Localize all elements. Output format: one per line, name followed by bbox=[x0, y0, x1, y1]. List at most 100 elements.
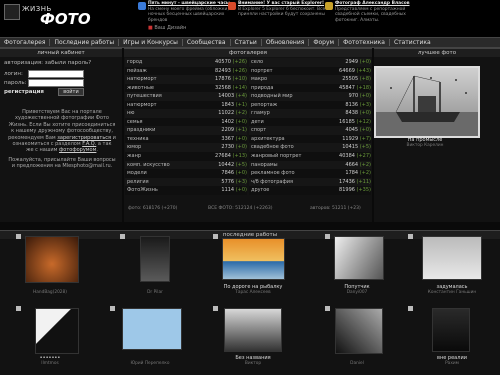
category-label[interactable]: панорамы bbox=[249, 161, 345, 170]
recent-photo[interactable] bbox=[335, 308, 383, 354]
recent-photo[interactable] bbox=[122, 308, 182, 350]
gallery-category-row[interactable]: дети 16185 (+12) bbox=[249, 117, 371, 127]
recent-photo[interactable] bbox=[334, 236, 384, 280]
gallery-category-row[interactable]: жанровый портрет 40384 (+27) bbox=[249, 152, 371, 161]
gallery-category-row[interactable]: пейзаж 82493 (+26) bbox=[125, 66, 247, 76]
gallery-category-row[interactable]: животные 32568 (+14) bbox=[125, 83, 247, 93]
news-title[interactable]: Внимание! У вас старый Explorer! bbox=[238, 1, 326, 7]
gallery-category-row[interactable]: рекламное фото 1784 (+2) bbox=[249, 169, 371, 178]
menu-communities[interactable]: Сообщества bbox=[183, 39, 231, 46]
gallery-category-row[interactable]: натюрморт 17876 (+10) bbox=[125, 75, 247, 84]
recent-photo[interactable] bbox=[140, 236, 170, 282]
category-label[interactable]: ню bbox=[125, 109, 218, 118]
recent-photo-author[interactable]: Тарас Алексеев bbox=[208, 290, 298, 295]
gallery-category-row[interactable]: природа 45847 (+18) bbox=[249, 83, 371, 93]
category-label[interactable]: юмор bbox=[125, 143, 221, 152]
auth-text[interactable]: авторизация: забыли пароль? bbox=[4, 60, 91, 66]
menu-gallery[interactable]: Фотогалерея bbox=[0, 39, 51, 46]
category-label[interactable]: модели bbox=[125, 169, 221, 178]
recent-photo[interactable] bbox=[25, 236, 79, 283]
category-label[interactable]: путешествия bbox=[125, 92, 218, 101]
category-label[interactable]: натюрморт bbox=[125, 75, 215, 84]
recent-photo-author[interactable]: Dr Pilar bbox=[110, 290, 200, 295]
gallery-category-row[interactable]: портрет 64669 (+43) bbox=[249, 66, 371, 76]
category-label[interactable]: село bbox=[249, 58, 345, 67]
gallery-category-row[interactable]: другое 81996 (+35) bbox=[249, 186, 371, 195]
gallery-category-row[interactable]: свадебное фото 10415 (+5) bbox=[249, 143, 371, 153]
category-label[interactable]: архитектура bbox=[249, 135, 342, 144]
gallery-category-row[interactable]: жанр 27684 (+13) bbox=[125, 152, 247, 161]
category-label[interactable]: гламур bbox=[249, 109, 345, 118]
category-label[interactable]: праздники bbox=[125, 126, 221, 135]
category-label[interactable]: макро bbox=[249, 75, 342, 84]
gallery-category-row[interactable]: ФотоЖизнь 1114 (+0) bbox=[125, 186, 247, 195]
gallery-category-row[interactable]: ч/б фотография 17436 (+11) bbox=[249, 177, 371, 187]
gallery-category-row[interactable]: религия 5776 (+3) bbox=[125, 177, 247, 187]
category-label[interactable]: ч/б фотография bbox=[249, 178, 339, 187]
recent-photo-author[interactable]: Ilmtmos bbox=[5, 361, 95, 366]
category-label[interactable]: комп. искусство bbox=[125, 161, 218, 170]
gallery-category-row[interactable]: ню 11022 (+2) bbox=[125, 109, 247, 118]
gallery-category-row[interactable]: техника 3367 (+0) bbox=[125, 134, 247, 144]
recent-photo-author[interactable]: HandBag(2028) bbox=[5, 290, 95, 295]
news-item[interactable]: Пять минут - швейцарские часы На смену м… bbox=[148, 1, 236, 23]
logo-icon[interactable] bbox=[4, 4, 20, 20]
design-link[interactable]: ■ Ваш Дизайн bbox=[148, 25, 186, 32]
recent-photo-author[interactable]: Юрий Перепелко bbox=[105, 361, 195, 366]
menu-recent[interactable]: Последние работы bbox=[50, 39, 120, 46]
recent-photo[interactable] bbox=[422, 236, 482, 280]
gallery-category-row[interactable]: подводный мир 970 (+0) bbox=[249, 92, 371, 101]
category-label[interactable]: город bbox=[125, 58, 215, 67]
gallery-category-row[interactable]: село 2949 (+0) bbox=[249, 58, 371, 67]
gallery-category-row[interactable]: путешествия 14003 (+4) bbox=[125, 92, 247, 101]
menu-phototech[interactable]: Фототехника bbox=[339, 39, 390, 46]
recent-photo-author[interactable]: Рахим bbox=[406, 361, 498, 366]
logo-text[interactable]: ФОТО bbox=[40, 10, 91, 28]
category-label[interactable]: рекламное фото bbox=[249, 169, 345, 178]
menu-stats[interactable]: Статистика bbox=[390, 39, 435, 46]
gallery-category-row[interactable]: архитектура 11929 (+7) bbox=[249, 134, 371, 144]
category-label[interactable]: другое bbox=[249, 186, 339, 195]
category-label[interactable]: природа bbox=[249, 84, 339, 93]
category-label[interactable]: пейзаж bbox=[125, 67, 215, 76]
best-photo-image[interactable] bbox=[374, 66, 480, 138]
category-label[interactable]: свадебное фото bbox=[249, 143, 342, 152]
recent-photo[interactable] bbox=[224, 308, 282, 352]
gallery-category-row[interactable]: репортаж 8136 (+3) bbox=[249, 100, 371, 110]
menu-forum[interactable]: Форум bbox=[309, 39, 340, 46]
category-label[interactable]: спорт bbox=[249, 126, 345, 135]
category-label[interactable]: религия bbox=[125, 178, 221, 187]
faq-link[interactable]: F.A.Q. bbox=[82, 141, 96, 147]
recent-photo[interactable] bbox=[222, 238, 285, 280]
category-label[interactable]: портрет bbox=[249, 67, 339, 76]
news-item[interactable]: Фотограф Александр Власов Представляем с… bbox=[335, 1, 425, 23]
gallery-category-row[interactable]: город 40570 (+26) bbox=[125, 58, 247, 67]
recent-photo[interactable] bbox=[35, 308, 79, 354]
gallery-category-row[interactable]: гламур 8438 (+0) bbox=[249, 109, 371, 118]
category-label[interactable]: ФотоЖизнь bbox=[125, 186, 221, 195]
category-label[interactable]: животные bbox=[125, 84, 215, 93]
category-label[interactable]: техника bbox=[125, 135, 221, 144]
gallery-category-row[interactable]: юмор 2730 (+0) bbox=[125, 143, 247, 153]
menu-articles[interactable]: Статьи bbox=[231, 39, 262, 46]
recent-photo-author[interactable]: Daniel bbox=[312, 361, 402, 366]
category-label[interactable]: подводный мир bbox=[249, 92, 349, 101]
category-label[interactable]: жанр bbox=[125, 152, 215, 161]
gallery-category-row[interactable]: модели 7846 (+0) bbox=[125, 169, 247, 178]
category-label[interactable]: репортаж bbox=[249, 101, 345, 110]
gallery-category-row[interactable]: спорт 4045 (+0) bbox=[249, 126, 371, 135]
recent-photo[interactable] bbox=[432, 308, 470, 352]
recent-photo-author[interactable]: Danyi007 bbox=[312, 290, 402, 295]
gallery-category-row[interactable]: праздники 2209 (+1) bbox=[125, 126, 247, 135]
news-item[interactable]: Внимание! У вас старый Explorer! В Explo… bbox=[238, 1, 326, 18]
register-link[interactable]: регистрация bbox=[4, 89, 44, 95]
register-link-inline[interactable]: зарегистрироваться bbox=[57, 135, 111, 141]
password-input[interactable] bbox=[28, 79, 84, 87]
menu-updates[interactable]: Обновления bbox=[262, 39, 310, 46]
forum-link[interactable]: фотофорумом bbox=[59, 147, 96, 153]
recent-photo-author[interactable]: Константин Ганьшин bbox=[406, 290, 498, 295]
category-label[interactable]: дети bbox=[249, 118, 339, 127]
gallery-category-row[interactable]: панорамы 4664 (+2) bbox=[249, 160, 371, 170]
recent-photo-author[interactable]: Виктор bbox=[208, 361, 298, 366]
category-label[interactable]: жанровый портрет bbox=[249, 152, 339, 161]
